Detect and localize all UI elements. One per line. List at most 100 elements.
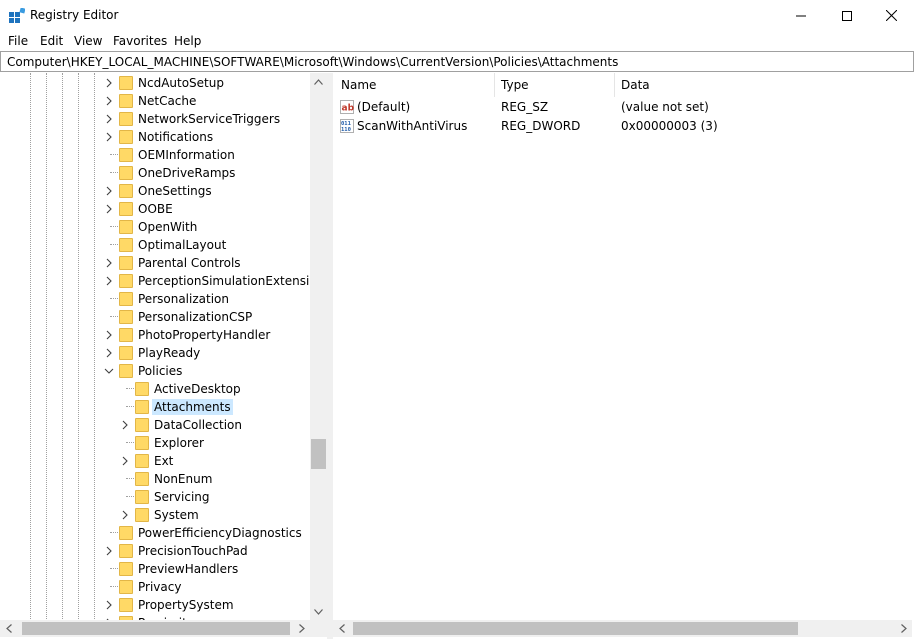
tree-item[interactable]: NcdAutoSetup xyxy=(0,74,310,92)
tree-item-label[interactable]: Privacy xyxy=(136,579,183,595)
tree-item-label[interactable]: ActiveDesktop xyxy=(152,381,243,397)
chevron-right-icon[interactable] xyxy=(104,258,114,268)
maximize-button[interactable] xyxy=(824,0,870,31)
tree-item-label[interactable]: NcdAutoSetup xyxy=(136,75,226,91)
tree-item[interactable]: Attachments xyxy=(0,398,310,416)
tree-item-label[interactable]: System xyxy=(152,507,201,523)
chevron-right-icon[interactable] xyxy=(104,78,114,88)
tree-item-label[interactable]: NonEnum xyxy=(152,471,214,487)
tree-item[interactable]: Parental Controls xyxy=(0,254,310,272)
tree-item[interactable]: OneDriveRamps xyxy=(0,164,310,182)
chevron-down-icon[interactable] xyxy=(104,366,114,376)
minimize-button[interactable] xyxy=(778,0,824,31)
scroll-up-button[interactable] xyxy=(310,73,327,90)
tree-item[interactable]: Personalization xyxy=(0,290,310,308)
key-tree[interactable]: NcdAutoSetup NetCache NetworkServiceTrigge… xyxy=(0,73,327,639)
tree-item[interactable]: PreviewHandlers xyxy=(0,560,310,578)
tree-item-label[interactable]: DataCollection xyxy=(152,417,244,433)
tree-item-label[interactable]: OneSettings xyxy=(136,183,214,199)
chevron-right-icon[interactable] xyxy=(104,96,114,106)
tree-item-label[interactable]: OOBE xyxy=(136,201,175,217)
tree-item-label[interactable]: NetCache xyxy=(136,93,198,109)
tree-item[interactable]: Notifications xyxy=(0,128,310,146)
tree-item-label[interactable]: OptimalLayout xyxy=(136,237,228,253)
tree-item[interactable]: PhotoPropertyHandler xyxy=(0,326,310,344)
tree-item-label[interactable]: Explorer xyxy=(152,435,206,451)
chevron-right-icon[interactable] xyxy=(104,348,114,358)
tree-item[interactable]: Explorer xyxy=(0,434,310,452)
values-horizontal-scrollbar[interactable] xyxy=(333,620,912,637)
tree-item-label[interactable]: PhotoPropertyHandler xyxy=(136,327,272,343)
chevron-right-icon[interactable] xyxy=(104,546,114,556)
scroll-thumb[interactable] xyxy=(353,622,798,635)
value-row[interactable]: 011 110 ScanWithAntiVirus REG_DWORD 0x00… xyxy=(333,117,912,136)
chevron-right-icon[interactable] xyxy=(104,114,114,124)
address-bar[interactable]: Computer\HKEY_LOCAL_MACHINE\SOFTWARE\Mic… xyxy=(0,51,914,72)
tree-item[interactable]: PowerEfficiencyDiagnostics xyxy=(0,524,310,542)
scroll-down-button[interactable] xyxy=(310,603,327,620)
tree-vertical-scrollbar[interactable] xyxy=(310,73,327,620)
tree-item-label[interactable]: Notifications xyxy=(136,129,215,145)
tree-item[interactable]: PlayReady xyxy=(0,344,310,362)
tree-item-label[interactable]: NetworkServiceTriggers xyxy=(136,111,282,127)
tree-item-label[interactable]: PowerEfficiencyDiagnostics xyxy=(136,525,304,541)
menu-view[interactable]: View xyxy=(74,34,102,48)
tree-item[interactable]: Privacy xyxy=(0,578,310,596)
column-header-name[interactable]: Name xyxy=(333,73,494,97)
tree-item[interactable]: PerceptionSimulationExtensions xyxy=(0,272,327,290)
tree-item-label[interactable]: OneDriveRamps xyxy=(136,165,237,181)
tree-item[interactable]: OneSettings xyxy=(0,182,310,200)
tree-item-label[interactable]: PlayReady xyxy=(136,345,202,361)
value-row[interactable]: ab (Default) REG_SZ (value not set) xyxy=(333,98,912,117)
chevron-right-icon[interactable] xyxy=(120,456,130,466)
scroll-right-button[interactable] xyxy=(293,620,310,637)
tree-item[interactable]: NetCache xyxy=(0,92,310,110)
tree-item-label[interactable]: OEMInformation xyxy=(136,147,237,163)
scroll-right-button[interactable] xyxy=(895,620,912,637)
tree-item[interactable]: PrecisionTouchPad xyxy=(0,542,310,560)
column-header-type[interactable]: Type xyxy=(493,73,613,97)
tree-item[interactable]: Servicing xyxy=(0,488,310,506)
tree-item[interactable]: DataCollection xyxy=(0,416,310,434)
tree-item[interactable]: NetworkServiceTriggers xyxy=(0,110,310,128)
scroll-thumb[interactable] xyxy=(22,622,290,635)
chevron-right-icon[interactable] xyxy=(104,204,114,214)
tree-item-label[interactable]: Policies xyxy=(136,363,184,379)
tree-item-label[interactable]: Servicing xyxy=(152,489,212,505)
tree-item-label[interactable]: PrecisionTouchPad xyxy=(136,543,250,559)
tree-item[interactable]: OptimalLayout xyxy=(0,236,310,254)
tree-item[interactable]: OpenWith xyxy=(0,218,310,236)
tree-item[interactable]: PropertySystem xyxy=(0,596,310,614)
tree-item-label[interactable]: Parental Controls xyxy=(136,255,243,271)
tree-item[interactable]: ActiveDesktop xyxy=(0,380,310,398)
tree-item-label[interactable]: PerceptionSimulationExtensions xyxy=(136,273,327,289)
menu-help[interactable]: Help xyxy=(174,34,201,48)
tree-item[interactable]: System xyxy=(0,506,310,524)
tree-item[interactable]: Ext xyxy=(0,452,310,470)
menu-favorites[interactable]: Favorites xyxy=(113,34,167,48)
tree-item-label[interactable]: Personalization xyxy=(136,291,231,307)
close-button[interactable] xyxy=(868,0,914,31)
chevron-right-icon[interactable] xyxy=(104,132,114,142)
values-list[interactable]: Name Type Data ab (Default) REG_SZ (valu… xyxy=(333,73,912,620)
tree-item-label[interactable]: PreviewHandlers xyxy=(136,561,240,577)
scroll-left-button[interactable] xyxy=(333,620,350,637)
scroll-left-button[interactable] xyxy=(0,620,17,637)
tree-item-label[interactable]: PersonalizationCSP xyxy=(136,309,254,325)
chevron-right-icon[interactable] xyxy=(120,510,130,520)
tree-item-label[interactable]: Attachments xyxy=(152,399,233,415)
menu-edit[interactable]: Edit xyxy=(40,34,63,48)
chevron-right-icon[interactable] xyxy=(104,186,114,196)
tree-item-label[interactable]: PropertySystem xyxy=(136,597,236,613)
tree-item-label[interactable]: Ext xyxy=(152,453,175,469)
tree-item[interactable]: NonEnum xyxy=(0,470,310,488)
tree-item[interactable]: PersonalizationCSP xyxy=(0,308,310,326)
scroll-thumb[interactable] xyxy=(311,439,326,469)
chevron-right-icon[interactable] xyxy=(104,330,114,340)
tree-item-label[interactable]: OpenWith xyxy=(136,219,199,235)
chevron-right-icon[interactable] xyxy=(120,420,130,430)
chevron-right-icon[interactable] xyxy=(104,600,114,610)
tree-item[interactable]: OOBE xyxy=(0,200,310,218)
tree-item[interactable]: Policies xyxy=(0,362,310,380)
chevron-right-icon[interactable] xyxy=(104,276,114,286)
